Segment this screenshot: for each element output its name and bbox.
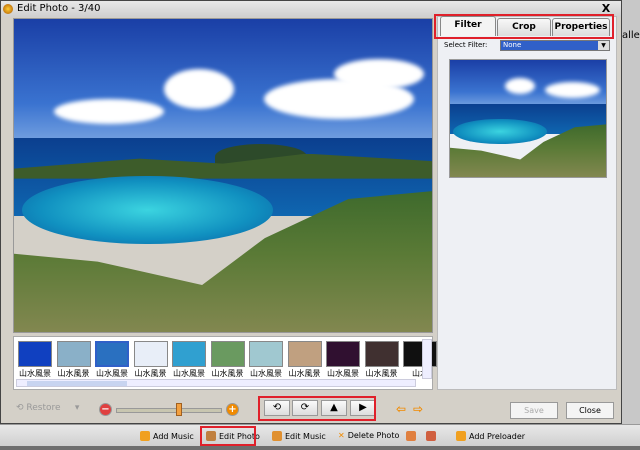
filmstrip-thumbnail[interactable] [172, 341, 206, 367]
filmstrip-thumbnail[interactable] [56, 341, 91, 367]
edit-music-button[interactable]: Edit Music [272, 431, 326, 441]
filmstrip-label: 山水風景 [250, 369, 282, 378]
filter-label: Select Filter: [444, 41, 488, 49]
filmstrip-label: 山水風景 [57, 369, 90, 378]
rotate-right-icon [426, 431, 436, 441]
filmstrip-thumbnail[interactable] [326, 341, 360, 367]
filmstrip: 山水風景 山水風景 山水風景 山水風景 山水風景 山水風景 山水風景 山水風景 山水風景 山水風景… [13, 336, 437, 390]
add-music-label: Add Music [153, 432, 194, 441]
background-app-text: alle [622, 30, 640, 41]
zoom-slider-handle[interactable] [176, 403, 182, 416]
filmstrip-thumbnail[interactable] [210, 341, 245, 367]
zoom-out-icon[interactable]: − [99, 403, 112, 416]
delete-icon: ✕ [338, 431, 345, 440]
filmstrip-thumbnail[interactable] [249, 341, 283, 367]
photo-canvas[interactable] [13, 18, 433, 333]
rotate-right-task-button[interactable] [426, 431, 439, 441]
transform-highlight [258, 396, 376, 421]
filmstrip-label: 山水風景 [211, 369, 244, 378]
delete-photo-label: Delete Photo [347, 431, 400, 440]
filter-preview [449, 59, 607, 178]
filmstrip-label: 山水風景 [134, 369, 167, 378]
zoom-slider[interactable] [116, 408, 222, 413]
next-arrow-icon[interactable]: ⇨ [413, 402, 423, 416]
filmstrip-label: 山水 [412, 369, 428, 378]
preloader-icon [456, 431, 466, 441]
filmstrip-thumbnail[interactable] [18, 341, 52, 367]
edit-music-label: Edit Music [285, 432, 326, 441]
add-preloader-button[interactable]: Add Preloader [456, 431, 525, 441]
filter-select[interactable]: None [500, 40, 610, 51]
edit-photo-highlight [200, 426, 256, 446]
rotate-left-task-button[interactable] [406, 431, 419, 441]
filmstrip-label: 山水風景 [19, 369, 51, 378]
music-edit-icon [272, 431, 282, 441]
filmstrip-label: 山水風景 [327, 369, 359, 378]
filmstrip-thumbnail[interactable] [287, 341, 322, 367]
window-title: Edit Photo - 3/40 [17, 3, 101, 14]
delete-photo-button[interactable]: ✕ Delete Photo [338, 431, 399, 440]
filmstrip-thumbnail[interactable] [133, 341, 168, 367]
close-button[interactable]: Close [566, 402, 614, 419]
save-button[interactable]: Save [510, 402, 558, 419]
filmstrip-label: 山水風景 [365, 369, 398, 378]
previous-arrow-icon[interactable]: ⇦ [396, 402, 406, 416]
add-music-button[interactable]: Add Music [140, 431, 194, 441]
restore-button[interactable]: ⟲ Restore ▾ [16, 403, 79, 413]
add-preloader-label: Add Preloader [469, 432, 526, 441]
filmstrip-label: 山水風景 [173, 369, 205, 378]
music-icon [140, 431, 150, 441]
tabs-highlight [434, 14, 614, 39]
vertical-scrollbar[interactable] [422, 339, 432, 379]
restore-label: Restore [26, 403, 61, 413]
rotate-left-icon [406, 431, 416, 441]
filmstrip-thumbnail[interactable] [364, 341, 399, 367]
app-icon [3, 4, 13, 14]
filmstrip-label: 山水風景 [288, 369, 321, 378]
horizontal-scrollbar[interactable] [16, 379, 416, 387]
zoom-in-icon[interactable]: + [226, 403, 239, 416]
background-app: alle [622, 0, 640, 424]
filmstrip-thumbnail[interactable] [95, 341, 129, 367]
chevron-down-icon[interactable]: ▼ [598, 41, 609, 50]
filmstrip-label: 山水風景 [96, 369, 128, 378]
